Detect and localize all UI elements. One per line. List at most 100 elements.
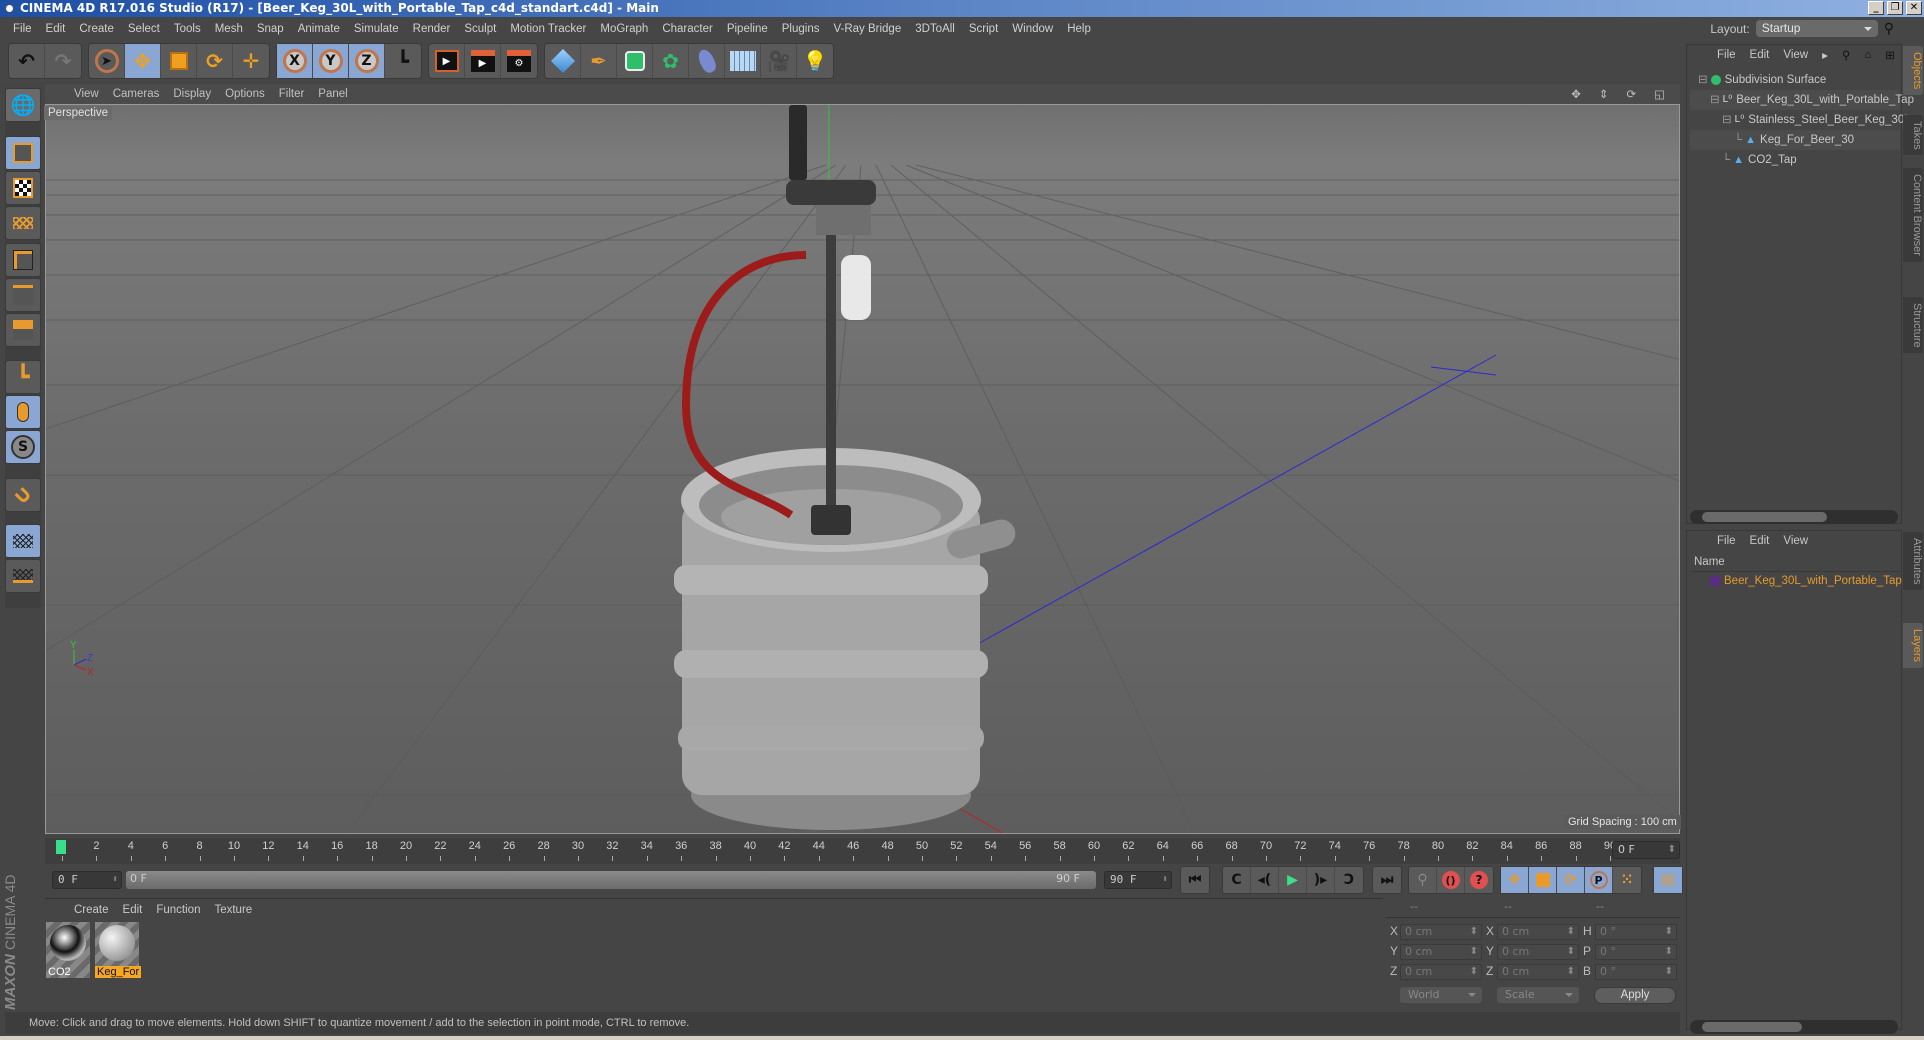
viewport-perspective[interactable]: Y Z X bbox=[45, 104, 1680, 834]
step-back-button[interactable]: ◂( bbox=[1251, 867, 1279, 893]
deformer-button[interactable] bbox=[689, 44, 725, 78]
side-tab-attributes[interactable]: Attributes bbox=[1903, 532, 1923, 591]
side-tab-takes[interactable]: Takes bbox=[1903, 114, 1923, 156]
workplane-lock-button[interactable] bbox=[5, 524, 41, 558]
viewport-menu-filter[interactable]: Filter bbox=[272, 88, 312, 100]
menu-snap[interactable]: Snap bbox=[250, 23, 291, 35]
undo-button[interactable]: ↶ bbox=[9, 44, 45, 78]
light-button[interactable]: 💡 bbox=[797, 44, 833, 78]
workplane-mode-button[interactable] bbox=[5, 206, 41, 240]
key-position-button[interactable]: ✥ bbox=[1501, 867, 1529, 893]
tree-expander-icon[interactable]: └ bbox=[1734, 134, 1742, 146]
edges-mode-button[interactable] bbox=[5, 278, 41, 312]
side-tab-objects[interactable]: Objects bbox=[1903, 46, 1923, 96]
menu-file[interactable]: File bbox=[6, 23, 39, 35]
menu-character[interactable]: Character bbox=[655, 23, 720, 35]
key-parameter-button[interactable]: P bbox=[1585, 867, 1613, 893]
timeline-window-button[interactable]: ▤ bbox=[1654, 867, 1682, 893]
render-settings-button[interactable]: ⚙ bbox=[501, 44, 537, 78]
rotation-field[interactable]: 0 ° bbox=[1595, 924, 1677, 940]
axis-mode-button[interactable]: ┗ bbox=[5, 360, 41, 394]
object-item[interactable]: ⊟ L⁰ Stainless_Steel_Beer_Keg_30L bbox=[1690, 110, 1911, 130]
material-menu-function[interactable]: Function bbox=[149, 904, 207, 916]
rotation-field[interactable]: 0 ° bbox=[1595, 944, 1677, 960]
step-forward-button[interactable]: )▸ bbox=[1307, 867, 1335, 893]
menu-render[interactable]: Render bbox=[406, 23, 458, 35]
menu-3dtoall[interactable]: 3DToAll bbox=[908, 23, 962, 35]
tree-expander-icon[interactable]: ⊟ bbox=[1698, 74, 1708, 86]
dolly-icon[interactable]: ⇕ bbox=[1592, 87, 1616, 101]
material-menu-texture[interactable]: Texture bbox=[207, 904, 259, 916]
menu-motion-tracker[interactable]: Motion Tracker bbox=[503, 23, 593, 35]
layers-menu-file[interactable]: File bbox=[1710, 535, 1743, 547]
objects-new-view-icon[interactable]: ⊞ bbox=[1878, 48, 1902, 62]
coordinate-system-button[interactable]: ┗ bbox=[385, 44, 421, 78]
current-frame-field[interactable]: 0 F bbox=[1612, 841, 1680, 859]
frame-range-slider[interactable]: 0 F 90 F bbox=[126, 871, 1096, 889]
rotate-button[interactable]: ⟳ bbox=[197, 44, 233, 78]
search-icon[interactable]: ⚲ bbox=[1884, 20, 1894, 37]
scale-button[interactable] bbox=[161, 44, 197, 78]
key-scale-button[interactable] bbox=[1529, 867, 1557, 893]
texture-mode-button[interactable] bbox=[5, 171, 41, 205]
key-pla-button[interactable]: ⁙ bbox=[1613, 867, 1641, 893]
menu-simulate[interactable]: Simulate bbox=[347, 23, 406, 35]
objects-menu-file[interactable]: File bbox=[1710, 49, 1743, 61]
size-field[interactable]: 0 cm bbox=[1497, 964, 1579, 980]
go-to-start-button[interactable]: ⏮ bbox=[1181, 867, 1209, 893]
viewport-menu-view[interactable]: View bbox=[67, 88, 106, 100]
minimize-button[interactable]: _ bbox=[1868, 1, 1884, 15]
x-axis-button[interactable]: X bbox=[277, 44, 313, 78]
go-to-end-button[interactable]: ⏭ bbox=[1373, 867, 1401, 893]
apply-button[interactable]: Apply bbox=[1594, 987, 1676, 1004]
menu-edit[interactable]: Edit bbox=[39, 23, 73, 35]
rotation-field[interactable]: 0 ° bbox=[1595, 964, 1677, 980]
close-button[interactable]: ✕ bbox=[1906, 1, 1922, 15]
menu-mesh[interactable]: Mesh bbox=[208, 23, 250, 35]
coordinate-space-dropdown[interactable]: World bbox=[1400, 987, 1482, 1003]
viewport-menu-cameras[interactable]: Cameras bbox=[106, 88, 167, 100]
cloner-button[interactable]: ✿ bbox=[653, 44, 689, 78]
menu-window[interactable]: Window bbox=[1005, 23, 1060, 35]
layer-item[interactable]: Beer_Keg_30L_with_Portable_Tap bbox=[1690, 571, 1902, 591]
size-field[interactable]: 0 cm bbox=[1497, 944, 1579, 960]
material-menu-edit[interactable]: Edit bbox=[116, 904, 150, 916]
menu-animate[interactable]: Animate bbox=[291, 23, 347, 35]
objects-search-icon[interactable]: ⚲ bbox=[1835, 48, 1857, 62]
material-keg-for[interactable]: Keg_For bbox=[95, 922, 142, 978]
camera-button[interactable]: 🎥 bbox=[761, 44, 797, 78]
objects-home-icon[interactable]: ⌂ bbox=[1857, 49, 1878, 61]
solo-mode-button[interactable]: S bbox=[5, 430, 41, 464]
cube-button[interactable] bbox=[545, 44, 581, 78]
viewport-menu-panel[interactable]: Panel bbox=[311, 88, 354, 100]
last-tool-button[interactable]: ✛ bbox=[233, 44, 269, 78]
record-keys-button[interactable]: () bbox=[1437, 867, 1465, 893]
playhead[interactable] bbox=[56, 840, 66, 854]
viewport-menu-display[interactable]: Display bbox=[166, 88, 218, 100]
live-selection-button[interactable]: ➤ bbox=[89, 44, 125, 78]
side-tab-content-browser[interactable]: Content Browser bbox=[1903, 168, 1923, 262]
viewport-menu-options[interactable]: Options bbox=[218, 88, 272, 100]
objects-menu-more-icon[interactable]: ▸ bbox=[1815, 48, 1835, 62]
layers-menu-edit[interactable]: Edit bbox=[1743, 535, 1777, 547]
autokey-button[interactable]: ? bbox=[1465, 867, 1493, 893]
redo-button[interactable]: ↷ bbox=[45, 44, 81, 78]
objects-menu-edit[interactable]: Edit bbox=[1743, 49, 1777, 61]
floor-button[interactable] bbox=[725, 44, 761, 78]
position-field[interactable]: 0 cm bbox=[1400, 964, 1482, 980]
menu-plugins[interactable]: Plugins bbox=[775, 23, 827, 35]
tree-expander-icon[interactable]: ⊟ bbox=[1710, 94, 1720, 106]
layers-horizontal-scrollbar[interactable] bbox=[1690, 1020, 1898, 1034]
play-button[interactable]: ▶ bbox=[1279, 867, 1307, 893]
make-editable-button[interactable]: 🌐 bbox=[5, 88, 41, 122]
objects-horizontal-scrollbar[interactable] bbox=[1690, 510, 1898, 524]
motion-system-button[interactable]: ⚲ bbox=[1409, 867, 1437, 893]
object-item[interactable]: └ ▲ CO2_Tap bbox=[1690, 150, 1900, 170]
tree-expander-icon[interactable]: ⊟ bbox=[1722, 114, 1732, 126]
points-mode-button[interactable] bbox=[5, 243, 41, 277]
tweak-mode-button[interactable] bbox=[5, 395, 41, 429]
object-item[interactable]: ⊟ Subdivision Surface bbox=[1690, 70, 1900, 90]
z-axis-button[interactable]: Z bbox=[349, 44, 385, 78]
menu-mograph[interactable]: MoGraph bbox=[593, 23, 655, 35]
orbit-icon[interactable]: ⟳ bbox=[1619, 87, 1643, 101]
